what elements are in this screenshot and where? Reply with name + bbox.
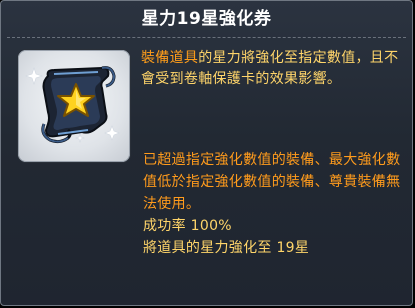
star-scroll-icon [25,66,120,144]
item-notes: 已超過指定強化數值的裝備、最大強化數值低於指定強化數值的裝備、尊貴裝備無法使用。… [143,149,407,259]
description-highlight: 裝備道具 [141,50,199,66]
item-title: 星力19星強化券 [141,9,272,29]
effect-text: 將道具的星力強化至 19星 [143,240,310,256]
item-icon-frame [18,50,130,162]
restriction-text: 已超過指定強化數值的裝備、最大強化數值低於指定強化數值的裝備、尊貴裝備無法使用。 [143,152,401,212]
success-rate: 成功率 100% [143,218,232,234]
item-description: 裝備道具的星力將強化至指定數值，且不會受到卷軸保護卡的效果影響。 [141,48,403,90]
item-tooltip: 星力19星強化券 裝備道具的星力將強化至指定數值，且不會受到卷軸保護卡的效果影響… [0,0,413,306]
title-divider [7,37,406,38]
